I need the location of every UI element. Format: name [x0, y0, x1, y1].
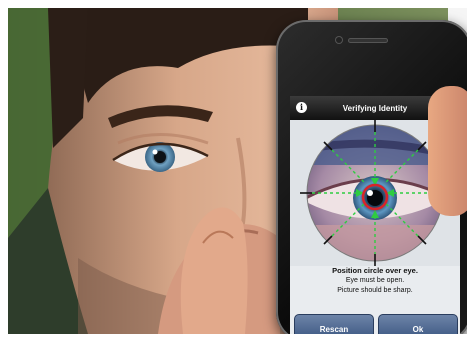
front-camera-icon: [336, 37, 342, 43]
photo-frame: i Verifying Identity Position circle ove…: [8, 8, 467, 334]
instruction-line-2: Picture should be sharp.: [337, 287, 413, 294]
screen-title: Verifying Identity: [342, 103, 408, 113]
instruction-heading: Position circle over eye.: [332, 266, 418, 275]
instructions: Position circle over eye. Eye must be op…: [290, 266, 460, 296]
instruction-line-1: Eye must be open.: [345, 277, 405, 284]
ok-button[interactable]: Ok: [378, 314, 458, 334]
rescan-button[interactable]: Rescan: [294, 314, 374, 334]
speaker-grille: [348, 38, 388, 43]
finger-right: [428, 86, 467, 216]
holding-hand: [180, 207, 248, 334]
info-icon[interactable]: i: [296, 102, 307, 113]
